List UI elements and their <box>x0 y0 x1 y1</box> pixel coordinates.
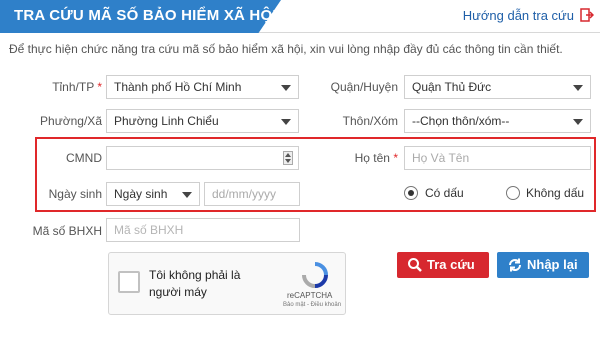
search-button-label: Tra cứu <box>427 257 475 272</box>
province-value: Thành phố Hồ Chí Minh <box>114 80 242 94</box>
accent-with-label: Có dấu <box>425 186 464 200</box>
page-title: TRA CỨU MÃ SỐ BẢO HIỂM XÃ HỘI <box>14 7 277 24</box>
accent-without-radio[interactable] <box>506 186 520 200</box>
recaptcha-widget: Tôi không phải là người máy reCAPTCHA Bả… <box>108 252 346 315</box>
reset-button-label: Nhập lại <box>527 257 578 272</box>
exit-icon[interactable] <box>580 8 594 22</box>
full-name-input[interactable]: Họ Và Tên <box>404 146 591 170</box>
search-icon <box>408 258 422 272</box>
ward-select[interactable]: Phường Linh Chiểu <box>106 109 299 133</box>
chevron-down-icon <box>281 119 291 125</box>
recaptcha-logo-icon <box>302 262 328 288</box>
birthdate-type-value: Ngày sinh <box>114 187 168 201</box>
chevron-down-icon <box>182 192 192 198</box>
bhxh-code-label: Mã số BHXH <box>32 224 102 238</box>
chevron-down-icon <box>573 85 583 91</box>
recaptcha-checkbox[interactable] <box>118 271 140 293</box>
province-select[interactable]: Thành phố Hồ Chí Minh <box>106 75 299 99</box>
district-select[interactable]: Quận Thủ Đức <box>404 75 591 99</box>
search-button[interactable]: Tra cứu <box>397 252 489 278</box>
full-name-label: Họ tên * <box>354 151 398 165</box>
refresh-icon <box>509 258 521 272</box>
hamlet-value: --Chọn thôn/xóm-- <box>412 114 510 128</box>
accent-with-radio[interactable] <box>404 186 418 200</box>
bhxh-code-input[interactable]: Mã số BHXH <box>106 218 300 242</box>
birthdate-label: Ngày sinh <box>48 187 102 201</box>
hamlet-label: Thôn/Xóm <box>342 114 398 128</box>
page-header: TRA CỨU MÃ SỐ BẢO HIỂM XÃ HỘI Hướng dẫn … <box>0 0 600 33</box>
ward-value: Phường Linh Chiểu <box>114 114 219 128</box>
reset-button[interactable]: Nhập lại <box>497 252 589 278</box>
province-label: Tỉnh/TP * <box>52 80 102 94</box>
ward-label: Phường/Xã <box>40 114 102 128</box>
birthdate-input[interactable]: dd/mm/yyyy <box>204 182 300 206</box>
district-value: Quận Thủ Đức <box>412 80 492 94</box>
chevron-down-icon <box>573 119 583 125</box>
recaptcha-label: Tôi không phải là người máy <box>149 268 241 299</box>
birthdate-type-select[interactable]: Ngày sinh <box>106 182 200 206</box>
accent-without-label: Không dấu <box>526 186 585 200</box>
id-number-input[interactable] <box>106 146 299 170</box>
recaptcha-brand: reCAPTCHA <box>287 291 333 300</box>
guide-link[interactable]: Hướng dẫn tra cứu <box>463 8 574 23</box>
intro-text: Để thực hiện chức năng tra cứu mã số bảo… <box>9 42 563 56</box>
chevron-down-icon <box>281 85 291 91</box>
district-label: Quận/Huyện <box>330 80 398 94</box>
id-number-label: CMND <box>66 151 102 165</box>
spinner-icon[interactable] <box>283 151 293 165</box>
recaptcha-terms-link[interactable]: Bảo mật - Điều khoản <box>283 302 341 308</box>
hamlet-select[interactable]: --Chọn thôn/xóm-- <box>404 109 591 133</box>
